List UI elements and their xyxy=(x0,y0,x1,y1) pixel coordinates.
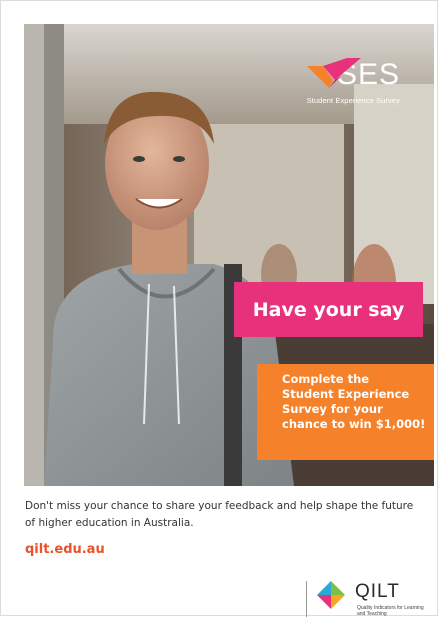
poster-frame: SES Student Experience Survey Have your … xyxy=(0,0,438,617)
qilt-website-link[interactable]: qilt.edu.au xyxy=(25,542,105,557)
offer-banner: Complete the Student Experience Survey f… xyxy=(257,364,434,460)
headline-text: Have your say xyxy=(252,298,405,321)
hero-photo: SES Student Experience Survey Have your … xyxy=(24,24,434,486)
body-text: Don't miss your chance to share your fee… xyxy=(25,500,414,529)
qilt-logo-text: QILT xyxy=(355,581,400,602)
qilt-logo-subtitle: Quality Indicators for Learning and Teac… xyxy=(357,605,424,617)
ses-logo: SES Student Experience Survey xyxy=(306,58,400,105)
footer-divider xyxy=(306,581,307,617)
qilt-logo: QILT Quality Indicators for Learning and… xyxy=(317,581,427,617)
ses-check-mark-icon xyxy=(306,58,361,88)
headline-banner: Have your say xyxy=(234,282,423,337)
offer-text: Complete the Student Experience Survey f… xyxy=(282,372,426,431)
ses-logo-subtitle: Student Experience Survey xyxy=(306,96,400,105)
qilt-diamond-icon xyxy=(317,581,345,609)
